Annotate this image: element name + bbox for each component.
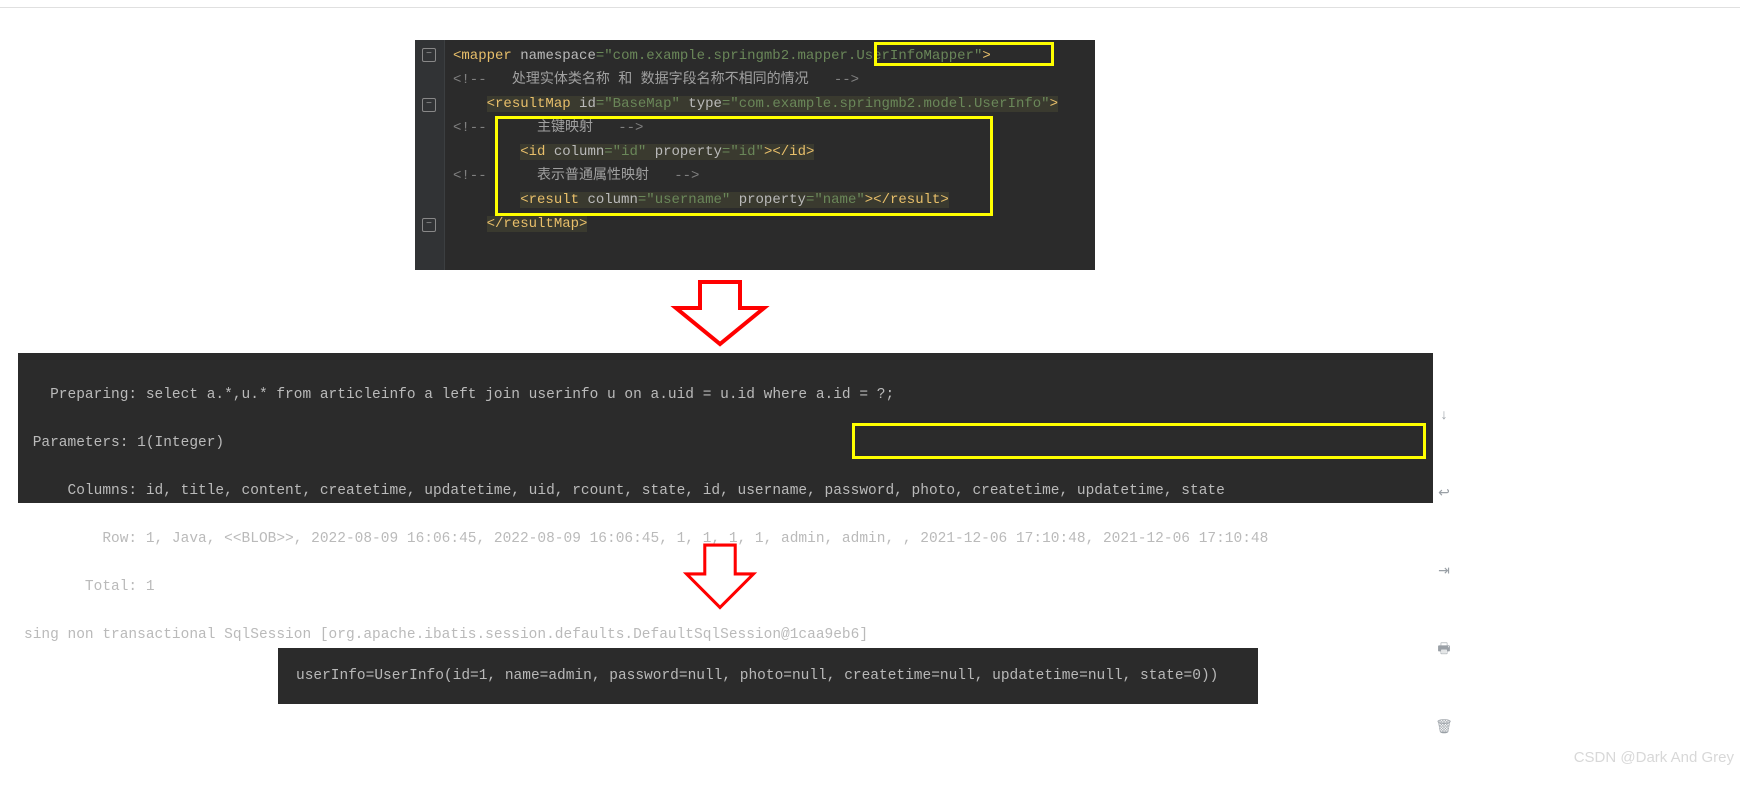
code-line: </resultMap> xyxy=(453,212,1058,236)
code-line: <resultMap id="BaseMap" type="com.exampl… xyxy=(453,92,1058,116)
arrow-down-icon xyxy=(670,278,770,348)
console-line: Columns: id, title, content, createtime,… xyxy=(24,479,1423,503)
editor-gutter: − − − xyxy=(415,40,445,270)
output-userinfo: userInfo=UserInfo(id=1, name=admin, pass… xyxy=(278,648,1258,704)
print-icon[interactable]: 🖶 xyxy=(1435,641,1453,659)
fold-marker[interactable]: − xyxy=(422,98,436,112)
code-line: <!-- 主键映射 --> xyxy=(453,116,1058,140)
fold-marker[interactable]: − xyxy=(422,218,436,232)
top-toolbar-border xyxy=(0,0,1740,8)
arrow-down-icon xyxy=(670,542,770,612)
download-icon[interactable]: ↓ xyxy=(1435,407,1453,425)
console-toolbar: ↓ ↩ ⇥ 🖶 🗑 xyxy=(1435,359,1455,797)
sql-log-console: Preparing: select a.*,u.* from articlein… xyxy=(18,353,1433,503)
watermark-text: CSDN @Dark And Grey xyxy=(1574,749,1734,766)
fold-marker[interactable]: − xyxy=(422,48,436,62)
code-line: <result column="username" property="name… xyxy=(453,188,1058,212)
code-line: <id column="id" property="id"></id> xyxy=(453,140,1058,164)
code-line: <mapper namespace="com.example.springmb2… xyxy=(453,44,1058,68)
code-line: <!-- 表示普通属性映射 --> xyxy=(453,164,1058,188)
trash-icon[interactable]: 🗑 xyxy=(1435,719,1453,737)
xml-code-editor: − − − <mapper namespace="com.example.spr… xyxy=(415,40,1095,270)
console-line: sing non transactional SqlSession [org.a… xyxy=(24,623,1423,647)
console-line: Preparing: select a.*,u.* from articlein… xyxy=(24,383,1423,407)
console-line: Parameters: 1(Integer) xyxy=(24,431,1423,455)
code-line: <!-- 处理实体类名称 和 数据字段名称不相同的情况 --> xyxy=(453,68,1058,92)
wrap-icon[interactable]: ↩ xyxy=(1435,485,1453,503)
scroll-icon[interactable]: ⇥ xyxy=(1435,563,1453,581)
